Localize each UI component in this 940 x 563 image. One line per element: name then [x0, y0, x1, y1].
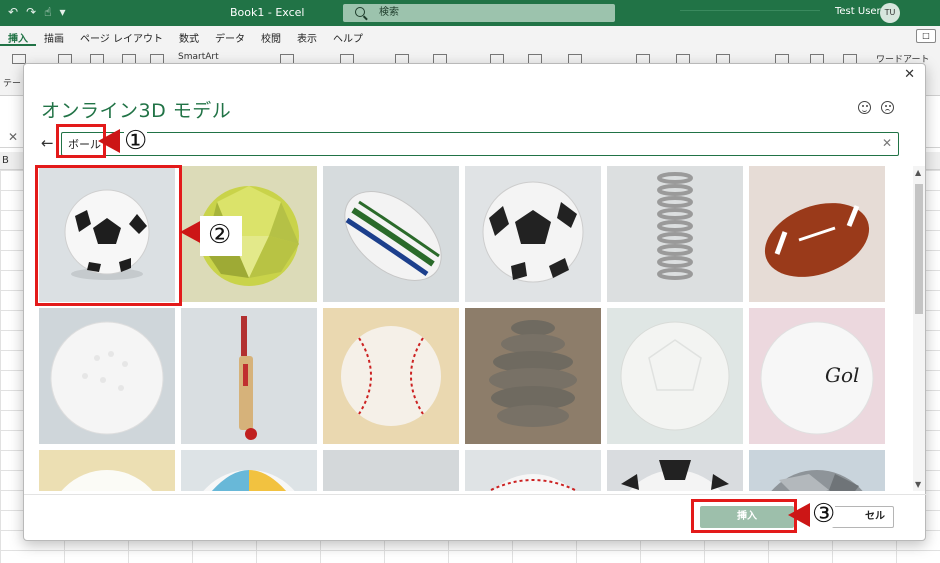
tab-view[interactable]: 表示	[289, 26, 325, 46]
column-b-label: B	[2, 155, 9, 166]
model-grid-scrollbar[interactable]: ▲ ▼	[913, 166, 925, 491]
title-decoration	[680, 10, 820, 11]
cancel-formula-icon[interactable]: ✕	[8, 130, 18, 144]
user-name: Test User	[835, 6, 881, 17]
search-icon	[355, 7, 365, 17]
model-tile-ball-gray[interactable]	[323, 450, 459, 491]
touch-mode-icon[interactable]: ☝	[44, 5, 51, 19]
model-tile-ball-yellow[interactable]	[39, 450, 175, 491]
undo-icon[interactable]: ↶	[8, 5, 18, 19]
scrollbar-thumb[interactable]	[915, 184, 923, 314]
model-tile-ball-metal[interactable]	[749, 450, 885, 491]
tab-draw[interactable]: 描画	[36, 26, 72, 46]
annotation-tile-highlight	[35, 165, 182, 306]
tab-formulas[interactable]: 数式	[171, 26, 207, 46]
annotation-insert-highlight	[691, 499, 797, 533]
ribbon-tabs: 挿入 描画 ページ レイアウト 数式 データ 校閲 表示 ヘルプ □	[0, 26, 940, 46]
tab-review[interactable]: 校閲	[253, 26, 289, 46]
baseball-2-thumbnail	[465, 450, 601, 491]
smile-feedback-icon[interactable]	[858, 101, 871, 114]
model-tile-baseball[interactable]	[323, 308, 459, 444]
model-tile-cricket-bat-and-ball[interactable]	[181, 308, 317, 444]
golf-ball-2-thumbnail: Gol	[749, 308, 885, 444]
avatar[interactable]: TU	[880, 3, 900, 23]
model-tile-ball-plain[interactable]	[607, 308, 743, 444]
model-tile-beach-ball[interactable]	[181, 450, 317, 491]
plain-ball-thumbnail	[607, 308, 743, 444]
golf-ball-thumbnail	[39, 308, 175, 444]
tab-help[interactable]: ヘルプ	[325, 26, 371, 46]
annotation-arrow-3	[788, 503, 810, 527]
tab-insert[interactable]: 挿入	[0, 26, 36, 46]
quick-access-toolbar: ↶ ↷ ☝ ▾	[8, 5, 65, 19]
document-title: Book1 - Excel	[230, 6, 305, 19]
model-tile-soccer-ball-3[interactable]	[607, 450, 743, 491]
redo-icon[interactable]: ↷	[26, 5, 36, 19]
smartart-button[interactable]: SmartArt	[178, 52, 219, 62]
annotation-step-1: ①	[124, 126, 148, 156]
annotation-step-2: ②	[200, 216, 242, 256]
close-icon[interactable]: ✕	[904, 67, 915, 82]
clear-search-icon[interactable]: ✕	[882, 136, 892, 150]
svg-text:Gol: Gol	[825, 363, 859, 387]
tab-data[interactable]: データ	[207, 26, 253, 46]
american-football-thumbnail	[749, 166, 885, 302]
beach-ball-thumbnail	[181, 450, 317, 491]
spring-thumbnail	[607, 166, 743, 302]
model-tile-american-football[interactable]	[749, 166, 885, 302]
stacked-rings-thumbnail	[465, 308, 601, 444]
annotation-step-3: ③	[812, 499, 836, 529]
model-tile-golf-ball[interactable]	[39, 308, 175, 444]
customize-toolbar-icon[interactable]: ▾	[59, 5, 65, 19]
model-tile-soccer-ball-2[interactable]	[465, 166, 601, 302]
comment-button[interactable]: □	[916, 29, 936, 43]
model-tile-spring[interactable]	[607, 166, 743, 302]
title-bar: ↶ ↷ ☝ ▾ Book1 - Excel 検索 Test User TU	[0, 0, 940, 26]
model-search-field[interactable]: ✕	[61, 132, 899, 156]
model-tile-rugby-ball[interactable]	[323, 166, 459, 302]
scroll-up-icon[interactable]: ▲	[915, 168, 921, 177]
annotation-arrow-1	[98, 129, 120, 153]
table-icon[interactable]	[12, 54, 26, 64]
search-input[interactable]: 検索	[343, 4, 615, 22]
soccer-ball-2-thumbnail	[465, 166, 601, 302]
search-placeholder: 検索	[379, 7, 399, 18]
model-tile-stacked-rings[interactable]	[465, 308, 601, 444]
metal-ball-thumbnail	[749, 450, 885, 491]
frown-feedback-icon[interactable]	[881, 101, 894, 114]
rugby-ball-thumbnail	[323, 166, 459, 302]
scroll-down-icon[interactable]: ▼	[915, 480, 921, 489]
yellow-ball-thumbnail	[39, 450, 175, 491]
cricket-bat-thumbnail	[181, 308, 317, 444]
dialog-title: オンライン3D モデル	[41, 100, 232, 122]
gray-ball-thumbnail	[323, 450, 459, 491]
baseball-thumbnail	[323, 308, 459, 444]
cancel-button[interactable]: セル	[832, 506, 894, 528]
model-tile-baseball-2[interactable]	[465, 450, 601, 491]
annotation-arrow-2	[180, 220, 202, 244]
tab-page-layout[interactable]: ページ レイアウト	[72, 26, 171, 46]
soccer-ball-3-thumbnail	[607, 450, 743, 491]
model-tile-golf-ball-2[interactable]: Gol	[749, 308, 885, 444]
back-arrow-icon[interactable]: ←	[41, 134, 54, 152]
model-search-input[interactable]	[68, 137, 848, 151]
